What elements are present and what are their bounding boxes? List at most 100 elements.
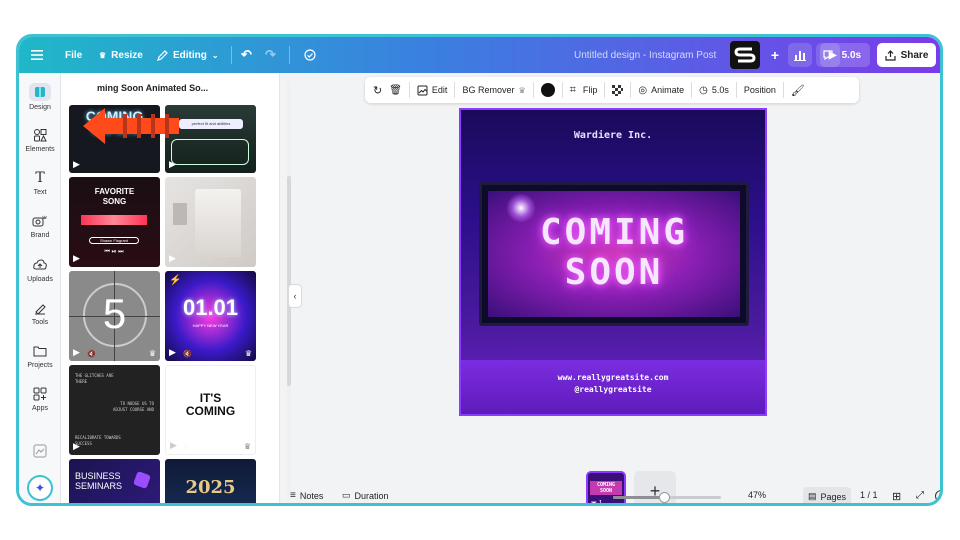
sidebar-item-tools[interactable]: Tools: [19, 300, 61, 326]
notes-button[interactable]: ≡ Notes: [290, 490, 323, 501]
position-button[interactable]: Position: [744, 85, 776, 95]
grid-view-button[interactable]: ⊞: [892, 490, 901, 503]
sidebar-item-label: Projects: [27, 362, 53, 369]
sidebar-item-label: Apps: [32, 405, 48, 412]
insights-button[interactable]: [788, 43, 812, 67]
photo-figure: [173, 203, 187, 225]
bg-remover-button[interactable]: BG Remover ♛: [462, 85, 525, 95]
share-button[interactable]: Share: [877, 43, 936, 67]
page-count[interactable]: 1 / 1: [860, 490, 878, 500]
undo-button[interactable]: ↶: [241, 37, 252, 73]
design-canvas[interactable]: Wardiere Inc. COMING SOON www.reallygrea…: [459, 108, 767, 416]
sidebar-extra-app[interactable]: [19, 443, 61, 459]
flip-button[interactable]: Flip: [583, 85, 598, 95]
play-icon: ▶: [73, 347, 80, 357]
mute-icon: ◌: [184, 444, 189, 451]
crown-icon: ♛: [243, 442, 251, 451]
scroll-thumb[interactable]: [287, 176, 291, 386]
design-url: www.reallygreatsite.com: [557, 373, 669, 382]
text-icon: T: [35, 170, 45, 186]
sidebar-item-uploads[interactable]: Uploads: [19, 257, 61, 283]
design-contact[interactable]: www.reallygreatsite.com @reallygreatsite: [461, 372, 765, 396]
help-button[interactable]: ?: [935, 490, 940, 502]
design-screen-frame[interactable]: COMING SOON: [479, 182, 749, 326]
grid-icon: ⊞: [892, 491, 902, 503]
sidebar-item-label: Elements: [25, 146, 55, 153]
template-tile[interactable]: FAVORITE SONG Shawn Flagrant ⏮ ⏯ ⏭ ▶: [69, 177, 160, 267]
sidebar-item-design[interactable]: Design: [19, 83, 61, 111]
play-button[interactable]: ▶ 5.0s: [820, 43, 870, 67]
sidebar-item-projects[interactable]: Projects: [19, 343, 61, 369]
help-icon: ?: [935, 490, 940, 502]
editing-dropdown[interactable]: Editing ⌄: [157, 37, 219, 73]
tile-text: perfect fit and abilities: [179, 119, 243, 129]
edit-button[interactable]: Edit: [417, 85, 447, 96]
template-tile[interactable]: ▶: [165, 177, 256, 267]
sidebar-item-label: Design: [29, 104, 51, 111]
refresh-button[interactable]: ↻: [373, 84, 382, 97]
timing-button[interactable]: ◷ 5.0s: [699, 85, 729, 96]
magic-assistant-button[interactable]: ✦: [19, 475, 61, 501]
tile-text: SEMINARS: [75, 481, 123, 491]
sidebar-item-text[interactable]: T Text: [19, 170, 61, 196]
notes-icon: ≡: [290, 490, 296, 501]
top-bar: File ♛ Resize Editing ⌄ ↶ ↷ Untitled des…: [19, 37, 940, 73]
template-tile[interactable]: 2025: [165, 459, 256, 503]
divider: [782, 82, 784, 98]
design-title[interactable]: Untitled design - Instagram Post: [574, 37, 716, 73]
zoom-percent[interactable]: 47%: [748, 490, 766, 500]
chevron-left-icon: ‹: [293, 291, 297, 301]
animate-button[interactable]: ◎ Animate: [638, 85, 684, 96]
bottom-bar: ≡ Notes ▭ Duration 47% ▤ Pages 1 / 1 ⊞ ⤢…: [280, 485, 940, 503]
color-swatch-button[interactable]: [540, 83, 555, 97]
sidebar-item-label: Brand: [30, 232, 50, 239]
design-headline[interactable]: COMING SOON: [488, 213, 740, 293]
pointer-arrow-icon: [83, 108, 179, 144]
template-tile[interactable]: 01.01 HAPPY NEW YEAR ⚡ ▶ 🔇 ♛: [165, 271, 256, 361]
zoom-slider[interactable]: [613, 492, 721, 503]
add-collaborator-button[interactable]: +: [763, 43, 787, 67]
resize-button[interactable]: ♛ Resize: [99, 37, 143, 73]
panel-title: ming Soon Animated So...: [97, 83, 209, 93]
crown-icon: ♛: [99, 50, 107, 60]
brand-logo: [730, 41, 760, 69]
design-company[interactable]: Wardiere Inc.: [461, 130, 765, 141]
cloud-save-status[interactable]: [303, 37, 317, 73]
duration-button[interactable]: ▭ Duration: [342, 490, 389, 501]
collapse-panel-button[interactable]: ‹: [288, 284, 302, 308]
chevron-down-icon: ⌄: [211, 50, 219, 60]
elements-icon: [32, 127, 48, 143]
zoom-slider-knob[interactable]: [658, 492, 670, 503]
crown-icon: ♛: [518, 85, 526, 95]
redo-button[interactable]: ↷: [265, 37, 276, 73]
media-controls-icon: ⏮ ⏯ ⏭: [104, 249, 124, 255]
play-icon: ▶: [169, 159, 176, 169]
template-tile[interactable]: 5 ▶ 🔇 ♛: [69, 271, 160, 361]
sidebar-item-brand[interactable]: Brand: [19, 213, 61, 239]
resize-label: Resize: [111, 49, 143, 61]
divider: [691, 82, 693, 98]
menu-button[interactable]: [31, 37, 43, 73]
redo-icon: ↷: [265, 47, 276, 62]
delete-button[interactable]: 🗑: [389, 85, 402, 96]
share-icon: [884, 49, 896, 61]
bg-remover-label: BG Remover: [462, 85, 515, 95]
template-tile[interactable]: BUSINESS SEMINARS: [69, 459, 160, 503]
sidebar-item-elements[interactable]: Elements: [19, 127, 61, 153]
transparency-button[interactable]: [612, 84, 624, 96]
bar-chart-icon: [794, 50, 806, 61]
crop-button[interactable]: ⌗: [570, 84, 576, 97]
brand-icon: [32, 213, 48, 229]
fullscreen-button[interactable]: ⤢: [916, 490, 924, 501]
transparency-icon: [612, 84, 624, 96]
clock-icon: ◷: [699, 84, 708, 96]
sidebar-item-apps[interactable]: Apps: [19, 386, 61, 412]
sidebar-item-label: Text: [33, 189, 47, 196]
template-tile[interactable]: IT'S COMING ▶ ◌ ♛: [165, 365, 256, 455]
pages-label: Pages: [820, 491, 847, 502]
template-tile[interactable]: THE GLITCHES ARE THERE TO NUDGE US TO AD…: [69, 365, 160, 455]
file-menu[interactable]: File: [65, 37, 82, 73]
pages-button[interactable]: ▤ Pages: [803, 487, 851, 503]
copy-style-button[interactable]: 🖌: [791, 84, 805, 97]
play-icon: ▶: [169, 253, 176, 263]
